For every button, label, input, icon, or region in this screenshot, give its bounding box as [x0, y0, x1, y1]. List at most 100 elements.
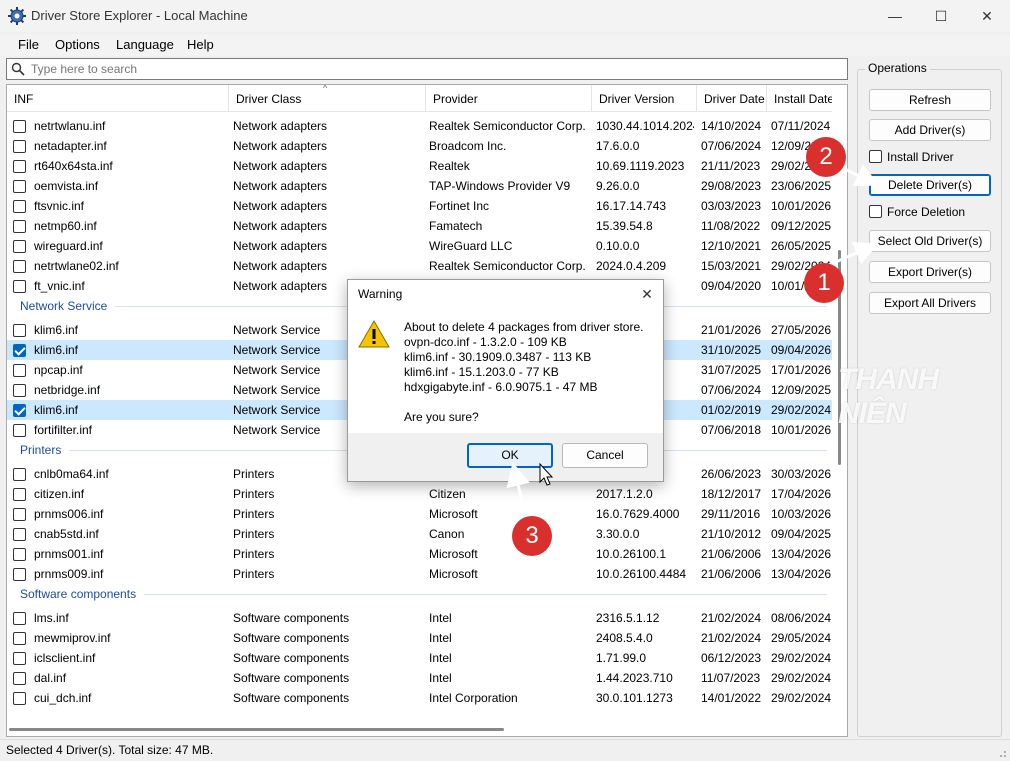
cancel-button[interactable]: Cancel [562, 443, 648, 468]
table-row[interactable]: netmp60.inf Network adapters Famatech 15.39… [7, 216, 833, 236]
table-row[interactable]: ftsvnic.inf Network adapters Fortinet Inc 1… [7, 196, 833, 216]
cell-driver-class: Network adapters [233, 159, 328, 173]
cell-driver-date: 12/10/2021 [701, 239, 762, 253]
row-checkbox[interactable] [13, 364, 26, 377]
column-header-provider[interactable]: Provider [426, 85, 592, 112]
install-driver-checkbox[interactable] [869, 150, 882, 163]
resize-grip-icon[interactable] [997, 748, 1007, 758]
cell-driver-version: 15.39.54.8 [596, 219, 653, 233]
row-checkbox[interactable] [13, 404, 26, 417]
search-input[interactable] [31, 59, 841, 79]
column-header-inf[interactable]: INF [7, 85, 229, 112]
row-checkbox[interactable] [13, 324, 26, 337]
row-checkbox[interactable] [13, 424, 26, 437]
row-checkbox[interactable] [13, 612, 26, 625]
cell-driver-version: 0.10.0.0 [596, 239, 640, 253]
table-row[interactable]: wireguard.inf Network adapters WireGuard L… [7, 236, 833, 256]
cell-install-date: 10/03/2026 [771, 507, 832, 521]
row-checkbox[interactable] [13, 280, 26, 293]
cell-inf: rt640x64sta.inf [34, 159, 113, 173]
row-checkbox[interactable] [13, 200, 26, 213]
column-header-driver-class[interactable]: Driver Class [229, 85, 426, 112]
row-checkbox[interactable] [13, 220, 26, 233]
cell-driver-date: 21/06/2006 [701, 567, 762, 581]
column-header-driver-version[interactable]: Driver Version [592, 85, 697, 112]
cell-driver-class: Software components [233, 631, 350, 645]
row-checkbox[interactable] [13, 260, 26, 273]
table-row[interactable]: netadapter.inf Network adapters Broadcom I… [7, 136, 833, 156]
horizontal-scroll-thumb[interactable] [9, 728, 504, 731]
cell-provider: TAP-Windows Provider V9 [429, 179, 571, 193]
cell-driver-class: Printers [233, 527, 275, 541]
row-checkbox[interactable] [13, 692, 26, 705]
table-row[interactable]: prnms001.inf Printers Microsoft 10.0.26100.… [7, 544, 833, 564]
row-checkbox[interactable] [13, 240, 26, 253]
export-driver-button[interactable]: Export Driver(s) [869, 261, 991, 283]
row-checkbox[interactable] [13, 632, 26, 645]
table-row[interactable]: oemvista.inf Network adapters TAP-Windows … [7, 176, 833, 196]
table-row[interactable]: lms.inf Software components Intel 2316.5.1.… [7, 608, 833, 628]
row-checkbox[interactable] [13, 344, 26, 357]
menu-language[interactable]: Language [116, 37, 174, 52]
table-row[interactable]: citizen.inf Printers Citizen 2017.1.2.0 18/1… [7, 484, 833, 504]
cell-install-date: 09/12/2025 [771, 219, 832, 233]
dialog-close-button[interactable]: ✕ [637, 284, 657, 304]
menu-file[interactable]: File [18, 37, 39, 52]
dialog-message-line-5: hdxgigabyte.inf - 6.0.9075.1 - 47 MB [404, 380, 598, 394]
table-row[interactable]: prnms009.inf Printers Microsoft 10.0.26100.… [7, 564, 833, 584]
cell-install-date: 29/02/2024 [771, 651, 832, 665]
horizontal-scrollbar[interactable] [7, 721, 833, 736]
row-checkbox[interactable] [13, 508, 26, 521]
table-row[interactable]: netrtwlane02.inf Network adapters Realtek … [7, 256, 833, 276]
row-checkbox[interactable] [13, 140, 26, 153]
group-header[interactable]: Software components [7, 584, 833, 604]
maximize-button[interactable]: ☐ [918, 0, 964, 32]
cell-provider: WireGuard LLC [429, 239, 513, 253]
cell-driver-version: 16.0.7629.4000 [596, 507, 680, 521]
close-window-button[interactable]: ✕ [964, 0, 1010, 32]
table-row[interactable]: netrtwlanu.inf Network adapters Realtek Se… [7, 116, 833, 136]
cell-driver-version: 17.6.0.0 [596, 139, 640, 153]
cell-driver-date: 21/02/2024 [701, 611, 762, 625]
cell-inf: ft_vnic.inf [34, 279, 85, 293]
export-all-drivers-button[interactable]: Export All Drivers [869, 292, 991, 314]
force-deletion-checkbox[interactable] [869, 205, 882, 218]
row-checkbox[interactable] [13, 652, 26, 665]
menu-options[interactable]: Options [55, 37, 100, 52]
table-row[interactable]: cui_dch.inf Software components Intel Corp… [7, 688, 833, 708]
row-checkbox[interactable] [13, 468, 26, 481]
refresh-button[interactable]: Refresh [869, 89, 991, 111]
row-checkbox[interactable] [13, 548, 26, 561]
cell-driver-date: 26/06/2023 [701, 467, 762, 481]
cell-inf: prnms009.inf [34, 567, 104, 581]
table-row[interactable]: dal.inf Software components Intel 1.44.2023… [7, 668, 833, 688]
table-row[interactable]: cnab5std.inf Printers Canon 3.30.0.0 21/10/2… [7, 524, 833, 544]
table-row[interactable]: rt640x64sta.inf Network adapters Realtek 10… [7, 156, 833, 176]
row-checkbox[interactable] [13, 528, 26, 541]
delete-driver-button[interactable]: Delete Driver(s) [869, 174, 991, 196]
row-checkbox[interactable] [13, 384, 26, 397]
search-box [6, 58, 848, 80]
row-checkbox[interactable] [13, 160, 26, 173]
ok-button[interactable]: OK [467, 443, 553, 468]
table-row[interactable]: iclsclient.inf Software components Intel 1.… [7, 648, 833, 668]
cell-inf: klim6.inf [34, 343, 79, 357]
add-driver-button[interactable]: Add Driver(s) [869, 119, 991, 141]
select-old-drivers-button[interactable]: Select Old Driver(s) [869, 230, 991, 252]
table-row[interactable]: prnms006.inf Printers Microsoft 16.0.7629.4… [7, 504, 833, 524]
cell-driver-version: 2024.0.4.209 [596, 259, 667, 273]
dialog-titlebar: Warning ✕ [348, 280, 663, 308]
row-checkbox[interactable] [13, 180, 26, 193]
group-label: Software components [20, 587, 137, 601]
column-header-driver-date[interactable]: Driver Date [697, 85, 767, 112]
cell-inf: cnlb0ma64.inf [34, 467, 109, 481]
minimize-button[interactable]: — [872, 0, 918, 32]
group-label: Printers [20, 443, 62, 457]
table-row[interactable]: mewmiprov.inf Software components Intel 240… [7, 628, 833, 648]
row-checkbox[interactable] [13, 568, 26, 581]
row-checkbox[interactable] [13, 672, 26, 685]
row-checkbox[interactable] [13, 488, 26, 501]
row-checkbox[interactable] [13, 120, 26, 133]
menu-help[interactable]: Help [187, 37, 214, 52]
cell-provider: Citizen [429, 487, 466, 501]
